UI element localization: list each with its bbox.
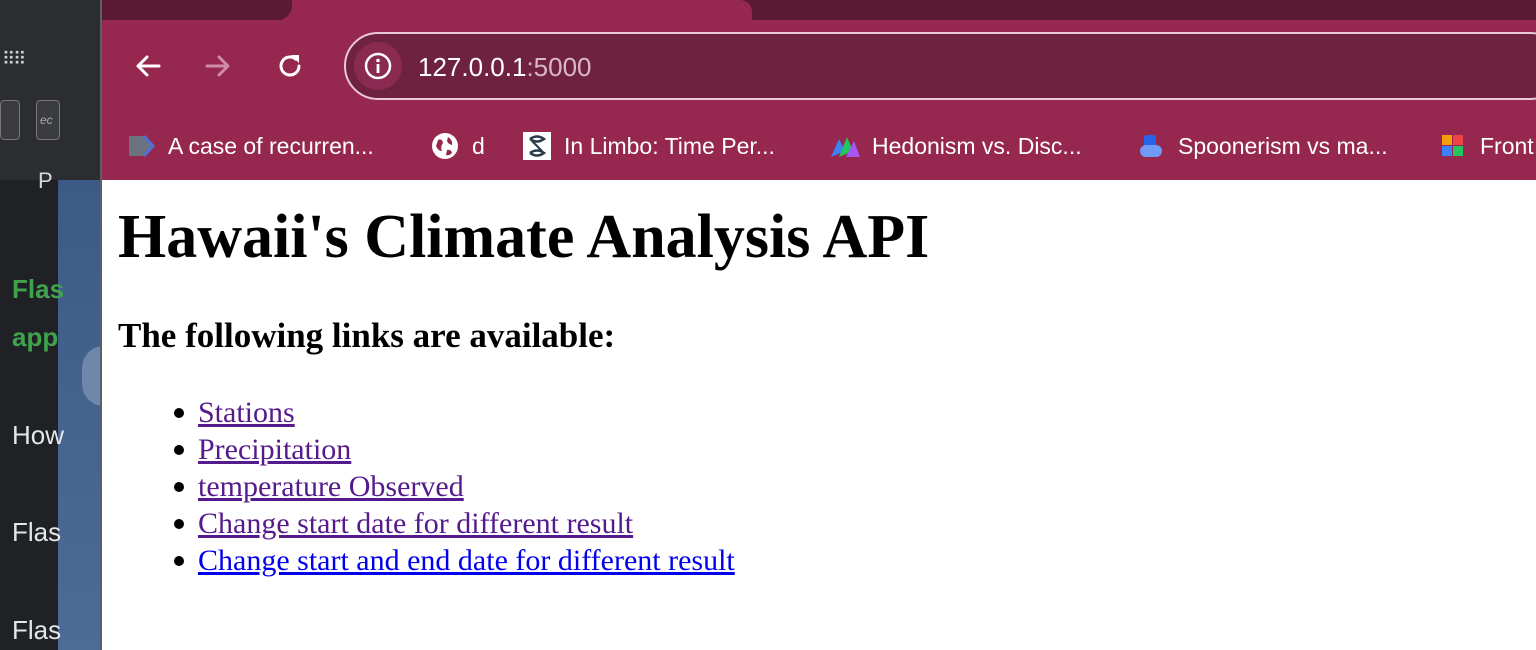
bookmark-label: In Limbo: Time Per... [564,132,775,159]
bookmark-label: Front [1480,132,1534,159]
background-text: Flas [12,517,62,547]
bookmark-item[interactable]: In Limbo: Time Per... [522,128,775,164]
precipitation-link[interactable]: Precipitation [198,433,351,466]
inactive-tab[interactable] [102,0,292,20]
url-port: :5000 [526,52,592,82]
temperature-link[interactable]: temperature Observed [198,470,464,503]
background-text: Flas [12,274,65,304]
mountain-icon [830,131,860,161]
site-info-button[interactable] [354,42,402,90]
bookmark-item[interactable]: d [430,128,485,164]
background-text: app [12,322,59,352]
extension-icon[interactable] [0,100,20,140]
list-item: Change start date for different result [174,505,735,542]
background-app-window: ⠿⠿ ec P Flas app How Flas Flas [0,0,104,650]
page-content: Hawaii's Climate Analysis API The follow… [102,180,1536,650]
back-button[interactable] [130,48,166,84]
start-date-link[interactable]: Change start date for different result [198,507,633,540]
page-title: Hawaii's Climate Analysis API [118,203,930,271]
stations-link[interactable]: Stations [198,396,295,429]
forward-button[interactable] [200,48,236,84]
list-item: Stations [174,394,735,431]
bookmark-label: Hedonism vs. Disc... [872,132,1082,159]
list-item: temperature Observed [174,468,735,505]
start-end-date-link[interactable]: Change start and end date for different … [198,544,735,577]
bookmark-item[interactable]: Spoonerism vs ma... [1136,128,1388,164]
list-item: Change start and end date for different … [174,542,735,579]
person-icon [1136,131,1166,161]
background-text: Flas [12,615,62,645]
background-app-label: P [38,168,53,193]
tab-strip [102,0,1536,22]
reload-button[interactable] [272,48,308,84]
background-text: How [12,420,65,450]
bookmarks-bar: A case of recurren... d In Limbo: Time P… [102,114,1536,180]
browser-window: 127.0.0.1:5000 A case of recurren... d I… [100,0,1536,650]
info-icon [364,52,392,80]
bookmark-label: A case of recurren... [168,132,374,159]
active-tab[interactable] [282,0,752,22]
apps-grid-icon[interactable]: ⠿⠿ [2,50,26,68]
puzzle-icon [1438,131,1468,161]
reload-icon [279,55,301,77]
background-app-toolbar [0,0,104,180]
list-item: Precipitation [174,431,735,468]
page-subtitle: The following links are available: [118,316,616,355]
bookmark-item[interactable]: Hedonism vs. Disc... [830,128,1082,164]
limbo-icon [522,131,552,161]
address-bar[interactable]: 127.0.0.1:5000 [344,32,1536,100]
inactive-tab[interactable] [752,0,1536,20]
bookmark-item[interactable]: A case of recurren... [126,128,374,164]
arrow-left-icon [136,55,161,77]
arrow-right-icon [205,55,230,77]
bookmark-tag-icon [126,131,156,161]
url-text[interactable]: 127.0.0.1:5000 [418,52,592,83]
globe-icon [430,131,460,161]
extension-icon[interactable]: ec [36,100,60,140]
links-list: Stations Precipitation temperature Obser… [174,394,735,579]
browser-toolbar: 127.0.0.1:5000 [102,20,1536,114]
bookmark-label: Spoonerism vs ma... [1178,132,1388,159]
url-host: 127.0.0.1 [418,52,527,82]
bookmark-item[interactable]: Front [1438,128,1534,164]
background-panel [58,180,104,650]
bookmark-label: d [472,132,485,159]
